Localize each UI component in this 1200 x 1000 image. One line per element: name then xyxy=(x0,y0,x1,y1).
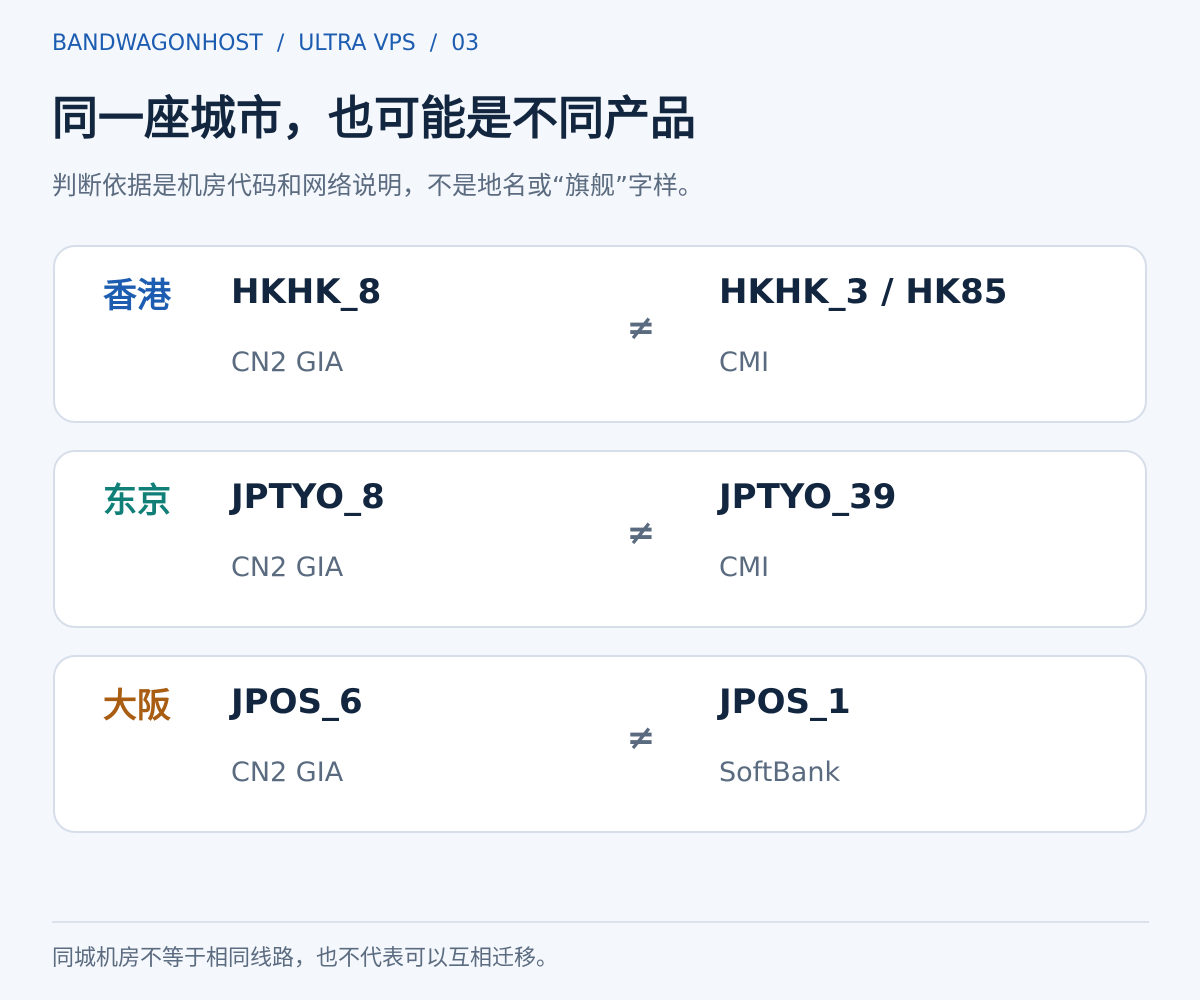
city-label: 香港 xyxy=(103,276,171,316)
left-datacenter-code: HKHK_8 xyxy=(231,272,382,312)
left-network-type: CN2 GIA xyxy=(231,757,344,788)
left-network-type: CN2 GIA xyxy=(231,552,344,583)
right-network-type: SoftBank xyxy=(719,757,841,788)
left-network-type: CN2 GIA xyxy=(231,347,344,378)
comparison-card-tokyo: 东京 JPTYO_8 CN2 GIA ≠ JPTYO_39 CMI xyxy=(53,450,1147,628)
comparison-card-osaka: 大阪 JPOS_6 CN2 GIA ≠ JPOS_1 SoftBank xyxy=(53,655,1147,833)
breadcrumb: BANDWAGONHOST / ULTRA VPS / 03 xyxy=(52,28,479,58)
breadcrumb-item-product[interactable]: ULTRA VPS xyxy=(298,31,416,56)
right-datacenter-code: JPTYO_39 xyxy=(719,477,897,517)
breadcrumb-item-brand[interactable]: BANDWAGONHOST xyxy=(52,31,263,56)
city-label: 大阪 xyxy=(103,686,171,726)
city-label: 东京 xyxy=(103,481,171,521)
page-title: 同一座城市，也可能是不同产品 xyxy=(52,91,696,145)
breadcrumb-separator: / xyxy=(276,30,285,56)
footer-note: 同城机房不等于相同线路，也不代表可以互相迁移。 xyxy=(52,946,559,971)
right-network-type: CMI xyxy=(719,347,770,378)
not-equal-icon: ≠ xyxy=(626,718,656,758)
right-network-type: CMI xyxy=(719,552,770,583)
left-datacenter-code: JPTYO_8 xyxy=(231,477,385,517)
comparison-card-hong-kong: 香港 HKHK_8 CN2 GIA ≠ HKHK_3 / HK85 CMI xyxy=(53,245,1147,423)
breadcrumb-item-page-number: 03 xyxy=(451,30,480,56)
footer-divider xyxy=(52,921,1149,923)
page: BANDWAGONHOST / ULTRA VPS / 03 同一座城市，也可能… xyxy=(0,0,1200,1000)
breadcrumb-separator: / xyxy=(429,30,438,56)
right-datacenter-code: JPOS_1 xyxy=(719,682,851,722)
page-subtitle: 判断依据是机房代码和网络说明，不是地名或“旗舰”字样。 xyxy=(52,171,703,200)
left-datacenter-code: JPOS_6 xyxy=(231,682,363,722)
not-equal-icon: ≠ xyxy=(626,308,656,348)
right-datacenter-code: HKHK_3 / HK85 xyxy=(719,272,1008,312)
not-equal-icon: ≠ xyxy=(626,513,656,553)
